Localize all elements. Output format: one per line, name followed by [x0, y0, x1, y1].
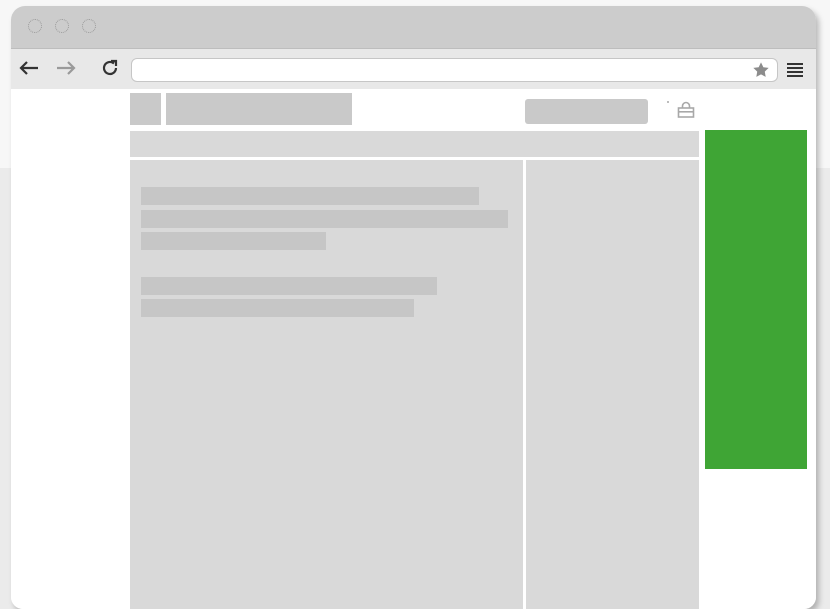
reload-button[interactable]: [98, 56, 122, 80]
forward-button[interactable]: [54, 56, 78, 80]
logo-placeholder[interactable]: [130, 93, 161, 125]
ad-banner[interactable]: [705, 130, 807, 469]
hamburger-menu-icon[interactable]: [786, 61, 804, 79]
text-line: [141, 210, 508, 228]
main-content-placeholder: [130, 160, 523, 609]
zoom-light[interactable]: [82, 19, 96, 33]
search-placeholder[interactable]: [525, 99, 648, 124]
address-bar[interactable]: [131, 58, 778, 82]
back-button[interactable]: [17, 56, 41, 80]
browser-window: [11, 6, 816, 609]
reload-icon: [102, 59, 118, 76]
close-light[interactable]: [28, 19, 42, 33]
site-title-placeholder: [166, 93, 352, 125]
minimize-light[interactable]: [55, 19, 69, 33]
sidebar-placeholder: [526, 160, 699, 609]
web-page: [11, 89, 816, 609]
text-line: [141, 232, 326, 250]
text-line: [141, 299, 414, 317]
text-line: [141, 277, 437, 295]
text-line: [141, 187, 479, 205]
title-bar: [11, 6, 816, 48]
nav-bar-placeholder[interactable]: [130, 131, 699, 157]
star-icon[interactable]: [752, 61, 770, 79]
arrow-left-icon: [19, 61, 38, 75]
separator-dot: [667, 101, 669, 103]
shopping-bag-icon[interactable]: [677, 101, 695, 119]
arrow-right-icon: [57, 61, 76, 75]
